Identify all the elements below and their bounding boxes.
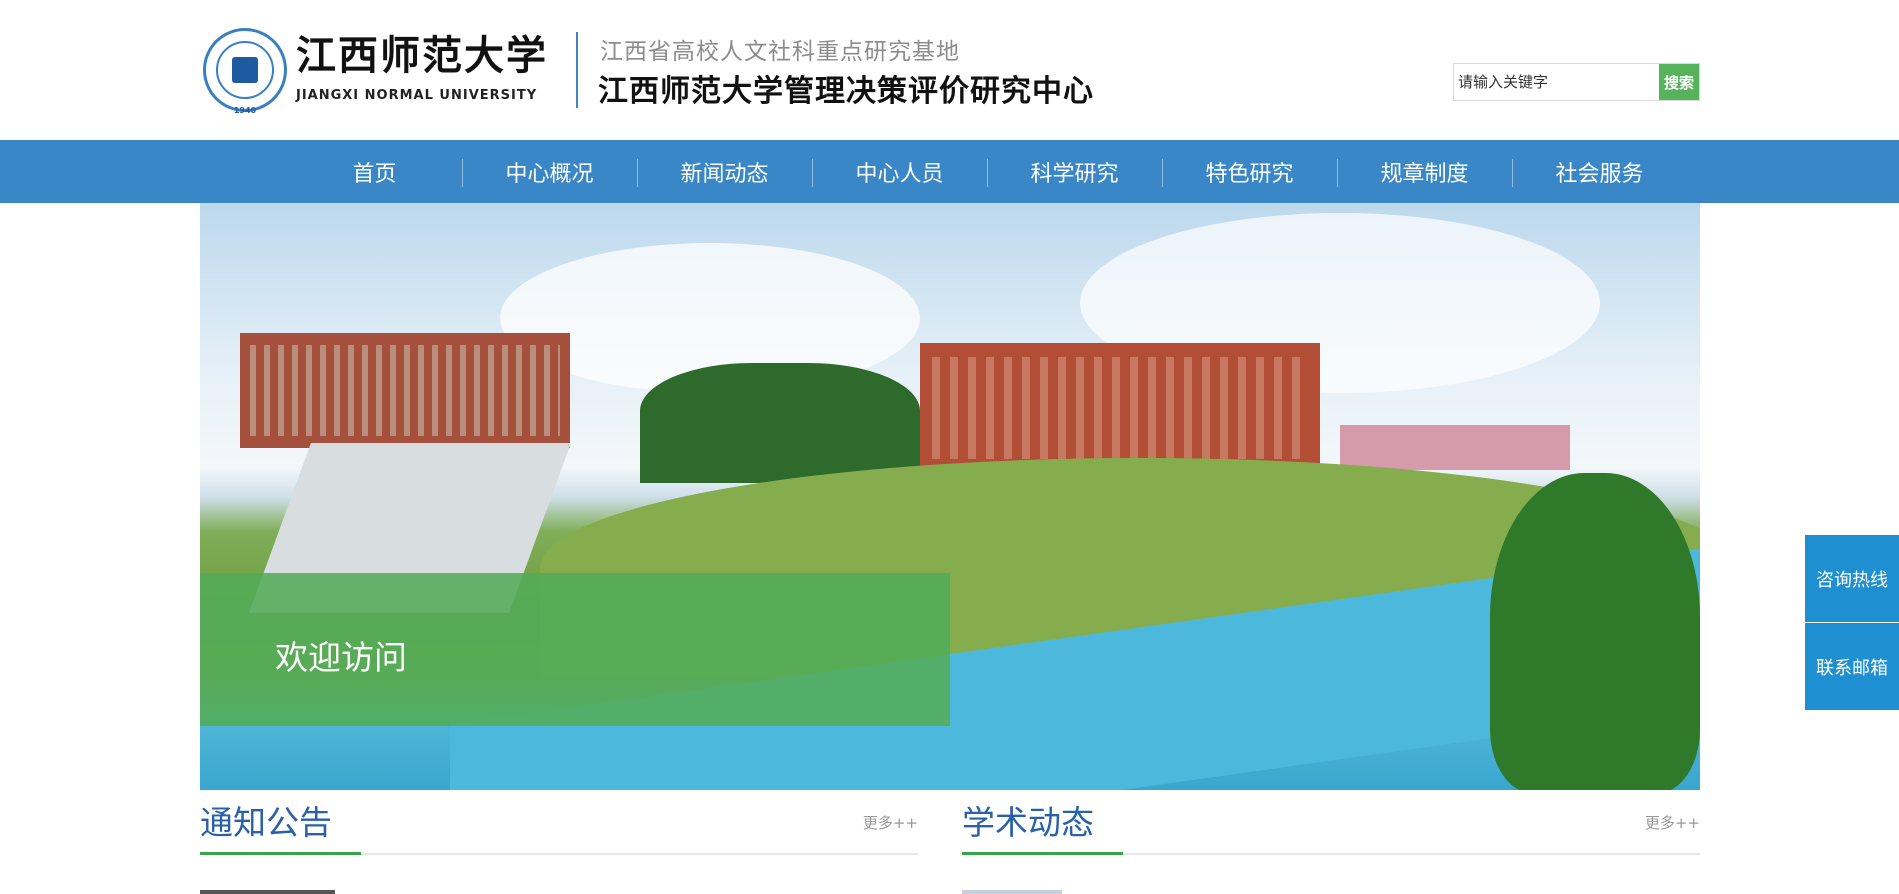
university-seal-logo[interactable]: 1940 [203, 28, 287, 115]
nav-item-research[interactable]: 科学研究 [987, 140, 1162, 203]
notice-more-link[interactable]: 更多++ [863, 812, 918, 833]
site-subtitle: 江西省高校人文社科重点研究基地 [600, 39, 960, 65]
nav-item-home[interactable]: 首页 [287, 140, 462, 203]
banner-building [1340, 425, 1570, 470]
nav-item-featured-research[interactable]: 特色研究 [1162, 140, 1337, 203]
header-divider [576, 32, 578, 108]
side-float-contact: 咨询热线 联系邮箱 [1805, 535, 1899, 710]
notice-section: 通知公告 更多++ [200, 790, 918, 894]
academic-section: 学术动态 更多++ [962, 790, 1700, 894]
banner-building [920, 343, 1320, 473]
nav-item-overview[interactable]: 中心概况 [462, 140, 637, 203]
banner-trees [640, 363, 920, 483]
site-header: 1940 江西师范大学 JIANGXI NORMAL UNIVERSITY 江西… [0, 0, 1899, 140]
nav-item-regulations[interactable]: 规章制度 [1337, 140, 1512, 203]
seal-year: 1940 [233, 106, 257, 115]
site-title: 江西师范大学管理决策评价研究中心 [598, 74, 1094, 109]
academic-more-link[interactable]: 更多++ [1645, 812, 1700, 833]
academic-title[interactable]: 学术动态 [962, 796, 1094, 844]
welcome-text: 欢迎访问 [275, 638, 407, 677]
campus-banner-image[interactable]: 欢迎访问 [200, 203, 1700, 790]
seal-inner-ring: 1940 [216, 41, 274, 115]
university-name-cn: 江西师范大学 [296, 32, 548, 79]
nav-item-social-service[interactable]: 社会服务 [1512, 140, 1687, 203]
email-button[interactable]: 联系邮箱 [1805, 622, 1899, 710]
nav-item-news[interactable]: 新闻动态 [637, 140, 812, 203]
search-input[interactable] [1454, 64, 1657, 100]
nav-list: 首页 中心概况 新闻动态 中心人员 科学研究 特色研究 规章制度 社会服务 [287, 140, 1687, 203]
notice-title[interactable]: 通知公告 [200, 796, 332, 844]
nav-item-staff[interactable]: 中心人员 [812, 140, 987, 203]
academic-thumbnail[interactable] [962, 890, 1062, 894]
welcome-panel: 欢迎访问 [200, 573, 950, 726]
notice-thumbnail[interactable] [200, 890, 335, 894]
section-accent-bar [200, 852, 361, 855]
university-name-en: JIANGXI NORMAL UNIVERSITY [296, 88, 538, 103]
seal-emblem-icon [232, 57, 258, 83]
search-box: 搜索 [1453, 63, 1700, 101]
banner-building [240, 333, 570, 448]
banner-tree [1490, 473, 1700, 790]
section-accent-bar [962, 852, 1123, 855]
main-nav: 首页 中心概况 新闻动态 中心人员 科学研究 特色研究 规章制度 社会服务 [0, 140, 1899, 203]
hotline-button[interactable]: 咨询热线 [1805, 535, 1899, 622]
search-button[interactable]: 搜索 [1659, 64, 1699, 100]
